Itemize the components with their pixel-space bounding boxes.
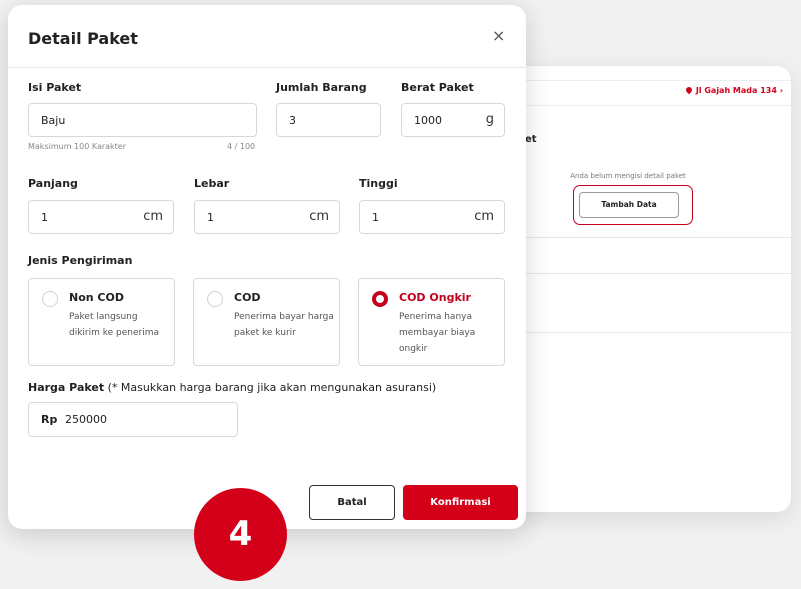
jumlah-barang-label: Jumlah Barang bbox=[276, 81, 367, 94]
divider bbox=[505, 273, 791, 274]
option-cod[interactable]: COD Penerima bayar harga paket ke kurir bbox=[193, 278, 340, 366]
empty-state-text: Anda belum mengisi detail paket bbox=[570, 172, 686, 180]
berat-paket-value: 1000 bbox=[414, 114, 442, 127]
harga-paket-label: Harga Paket (* Masukkan harga barang jik… bbox=[28, 381, 436, 394]
jumlah-barang-value: 3 bbox=[289, 114, 296, 127]
tinggi-input[interactable]: 1 cm bbox=[359, 200, 505, 234]
option-title: COD bbox=[234, 291, 261, 304]
radio-cod[interactable] bbox=[207, 291, 223, 307]
tinggi-label: Tinggi bbox=[359, 177, 398, 190]
lebar-value: 1 bbox=[207, 211, 214, 224]
address-text: Jl Gajah Mada 134 bbox=[695, 86, 777, 95]
option-cod-ongkir[interactable]: COD Ongkir Penerima hanya membayar biaya… bbox=[358, 278, 505, 366]
isi-paket-hint: Maksimum 100 Karakter bbox=[28, 142, 127, 151]
address-link[interactable]: Jl Gajah Mada 134 › bbox=[684, 85, 783, 95]
panjang-label: Panjang bbox=[28, 177, 78, 190]
panjang-unit: cm bbox=[143, 209, 163, 224]
berat-unit: g bbox=[485, 112, 494, 127]
option-title: COD Ongkir bbox=[399, 291, 471, 304]
background-card: Jl Gajah Mada 134 › et Anda belum mengis… bbox=[505, 66, 791, 512]
harga-note: (* Masukkan harga barang jika akan mengu… bbox=[107, 381, 437, 394]
berat-paket-input[interactable]: 1000 g bbox=[401, 103, 505, 137]
radio-cod-ongkir-selected[interactable] bbox=[372, 291, 388, 307]
address-bar: Jl Gajah Mada 134 › bbox=[505, 80, 791, 106]
harga-value: 250000 bbox=[65, 413, 107, 426]
harga-paket-input[interactable]: Rp 250000 bbox=[28, 402, 238, 437]
confirm-button[interactable]: Konfirmasi bbox=[403, 485, 518, 520]
divider bbox=[505, 237, 791, 238]
option-non-cod[interactable]: Non COD Paket langsung dikirim ke peneri… bbox=[28, 278, 175, 366]
harga-title: Harga Paket bbox=[28, 381, 105, 394]
tinggi-value: 1 bbox=[372, 211, 379, 224]
isi-paket-label: Isi Paket bbox=[28, 81, 82, 94]
chevron-right-icon: › bbox=[779, 86, 783, 95]
panjang-value: 1 bbox=[41, 211, 48, 224]
option-description: Paket langsung dikirim ke penerima bbox=[69, 312, 160, 338]
close-icon[interactable]: × bbox=[492, 26, 505, 45]
jenis-pengiriman-label: Jenis Pengiriman bbox=[28, 254, 133, 267]
step-number-badge: 4 bbox=[194, 488, 287, 581]
add-data-button[interactable]: Tambah Data bbox=[579, 192, 679, 218]
panjang-input[interactable]: 1 cm bbox=[28, 200, 174, 234]
modal-title: Detail Paket bbox=[28, 29, 138, 48]
section-title: et bbox=[525, 134, 537, 145]
option-title: Non COD bbox=[69, 291, 124, 304]
isi-paket-counter: 4 / 100 bbox=[227, 142, 256, 151]
lebar-unit: cm bbox=[309, 209, 329, 224]
option-description: Penerima bayar harga paket ke kurir bbox=[234, 312, 334, 338]
tinggi-unit: cm bbox=[474, 209, 494, 224]
header-divider bbox=[8, 67, 526, 68]
radio-non-cod[interactable] bbox=[42, 291, 58, 307]
cancel-button[interactable]: Batal bbox=[309, 485, 395, 520]
divider bbox=[505, 332, 791, 333]
lebar-label: Lebar bbox=[194, 177, 230, 190]
isi-paket-input[interactable]: Baju bbox=[28, 103, 257, 137]
location-pin-icon bbox=[684, 85, 694, 95]
option-description: Penerima hanya membayar biaya ongkir bbox=[399, 312, 476, 354]
currency-prefix: Rp bbox=[41, 413, 58, 426]
jumlah-barang-input[interactable]: 3 bbox=[276, 103, 381, 137]
isi-paket-value: Baju bbox=[41, 114, 66, 127]
lebar-input[interactable]: 1 cm bbox=[194, 200, 340, 234]
detail-paket-modal: Detail Paket × Isi Paket Baju Maksimum 1… bbox=[8, 5, 526, 529]
berat-paket-label: Berat Paket bbox=[401, 81, 474, 94]
